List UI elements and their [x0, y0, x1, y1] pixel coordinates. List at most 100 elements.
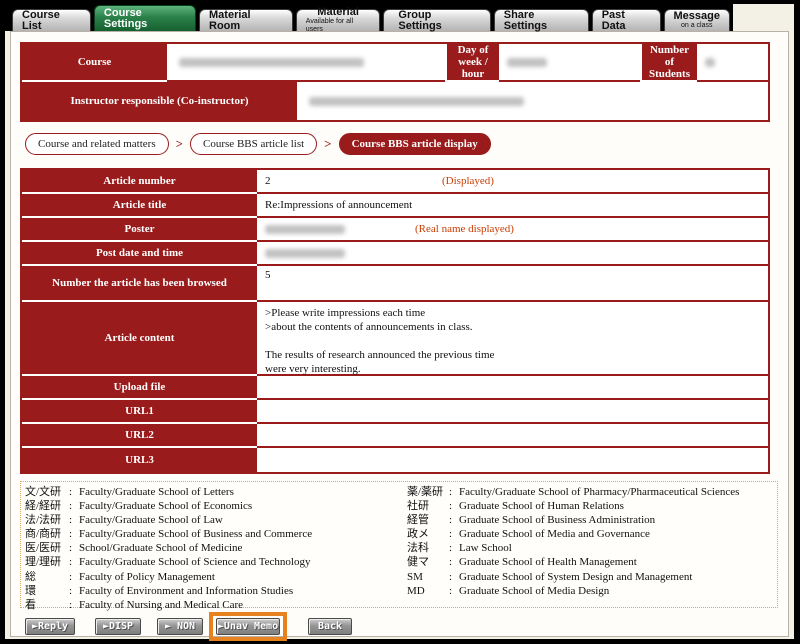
tab-label: Message [674, 11, 720, 22]
legend-item: 商/商研:Faculty/Graduate School of Business… [25, 527, 312, 541]
legend-item: MD:Graduate School of Media Design [407, 584, 739, 598]
legend-colon: : [69, 527, 79, 541]
tab-share-settings[interactable]: Share Settings [494, 9, 589, 31]
tab-sublabel: Available for all users [306, 18, 371, 34]
table-row-post-date: Post date and time [22, 242, 768, 266]
tab-material-room[interactable]: Material Room [199, 9, 293, 31]
redacted-instructor-name [309, 97, 524, 106]
students-label: Number of Students [640, 44, 697, 82]
legend-abbr: 法科 [407, 541, 449, 555]
legend-desc: Faculty of Nursing and Medical Care [79, 598, 243, 612]
breadcrumb-bbs-article-list[interactable]: Course BBS article list [190, 133, 317, 155]
tab-label: Course Settings [104, 8, 186, 30]
legend-colon: : [449, 513, 459, 527]
legend-desc: Graduate School of Health Management [459, 555, 637, 569]
disp-button[interactable]: ►DISP [95, 618, 141, 635]
upload-file-cell [257, 376, 768, 400]
url3-cell [257, 448, 768, 472]
table-row-upload-file: Upload file [22, 376, 768, 400]
tab-bar: Course List Course Settings Material Roo… [5, 4, 733, 31]
url2-cell [257, 424, 768, 448]
legend-item: 看:Faculty of Nursing and Medical Care [25, 598, 312, 612]
legend-desc: Graduate School of System Design and Man… [459, 570, 692, 584]
students-cell [697, 44, 768, 82]
day-of-week-cell [499, 44, 640, 82]
legend-desc: Law School [459, 541, 512, 555]
post-date-label: Post date and time [22, 242, 257, 266]
legend-desc: Faculty/Graduate School of Business and … [79, 527, 312, 541]
table-row-url1: URL1 [22, 400, 768, 424]
upload-file-label: Upload file [22, 376, 257, 400]
legend-abbr: 総 [25, 570, 69, 584]
legend-abbr: 看 [25, 598, 69, 612]
legend-left-column: 文/文研:Faculty/Graduate School of Letters … [25, 485, 312, 612]
chevron-right-icon: > [176, 136, 183, 152]
legend-colon: : [69, 584, 79, 598]
legend-colon: : [69, 555, 79, 569]
legend-abbr: 社研 [407, 499, 449, 513]
day-of-week-label: Day of week / hour [445, 44, 499, 82]
tab-group-settings[interactable]: Group Settings [383, 9, 490, 31]
url2-label: URL2 [22, 424, 257, 448]
legend-abbr: 文/文研 [25, 485, 69, 499]
article-content-cell: >Please write impressions each time >abo… [257, 302, 768, 376]
tab-label: Past Data [602, 10, 651, 32]
faculty-legend: 文/文研:Faculty/Graduate School of Letters … [20, 481, 778, 608]
article-title-label: Article title [22, 194, 257, 218]
legend-colon: : [449, 485, 459, 499]
legend-right-column: 薬/薬研:Faculty/Graduate School of Pharmacy… [407, 485, 739, 598]
legend-item: 健マ:Graduate School of Health Management [407, 555, 739, 569]
legend-abbr: 政メ [407, 527, 449, 541]
legend-colon: : [69, 499, 79, 513]
url1-cell [257, 400, 768, 424]
non-button[interactable]: ► NON [157, 618, 203, 635]
legend-item: 社研:Graduate School of Human Relations [407, 499, 739, 513]
unav-memo-button[interactable]: ►Unav Memo [216, 618, 280, 635]
displayed-note: (Displayed) [442, 175, 494, 187]
redacted-post-date [265, 249, 345, 258]
course-name-cell [167, 44, 445, 82]
legend-desc: Faculty of Policy Management [79, 570, 215, 584]
table-row-browse-count: Number the article has been browsed 5 [22, 266, 768, 302]
tab-message[interactable]: Message on a class [664, 9, 730, 31]
back-button[interactable]: Back [308, 618, 352, 635]
post-date-cell [257, 242, 768, 266]
legend-colon: : [449, 584, 459, 598]
legend-desc: Graduate School of Media and Governance [459, 527, 650, 541]
legend-abbr: 経管 [407, 513, 449, 527]
table-row-article-content: Article content >Please write impression… [22, 302, 768, 376]
legend-colon: : [69, 513, 79, 527]
redacted-poster-name [265, 225, 345, 234]
tab-past-data[interactable]: Past Data [592, 9, 661, 31]
legend-item: 文/文研:Faculty/Graduate School of Letters [25, 485, 312, 499]
legend-item: 総:Faculty of Policy Management [25, 570, 312, 584]
legend-item: 政メ:Graduate School of Media and Governan… [407, 527, 739, 541]
instructor-cell [297, 82, 768, 120]
url1-label: URL1 [22, 400, 257, 424]
legend-item: 法/法研:Faculty/Graduate School of Law [25, 513, 312, 527]
url3-label: URL3 [22, 448, 257, 472]
article-title-cell: Re:Impressions of announcement [257, 194, 768, 218]
legend-desc: Graduate School of Human Relations [459, 499, 624, 513]
reply-button[interactable]: ►Reply [25, 618, 75, 635]
legend-desc: Faculty/Graduate School of Letters [79, 485, 234, 499]
legend-abbr: SM [407, 570, 449, 584]
tab-sublabel: on a class [681, 22, 713, 30]
breadcrumb-course-matters[interactable]: Course and related matters [25, 133, 169, 155]
legend-item: 環:Faculty of Environment and Information… [25, 584, 312, 598]
breadcrumb: Course and related matters > Course BBS … [25, 132, 491, 156]
legend-abbr: 理/理研 [25, 555, 69, 569]
tab-course-list[interactable]: Course List [12, 9, 91, 31]
redacted-day-hour [507, 58, 547, 67]
table-row-article-number: Article number 2 (Displayed) [22, 170, 768, 194]
legend-colon: : [449, 541, 459, 555]
legend-item: 経/経研:Faculty/Graduate School of Economic… [25, 499, 312, 513]
legend-colon: : [69, 598, 79, 612]
table-row-url2: URL2 [22, 424, 768, 448]
legend-item: SM:Graduate School of System Design and … [407, 570, 739, 584]
instructor-label: Instructor responsible (Co-instructor) [22, 82, 297, 120]
tab-course-settings[interactable]: Course Settings [94, 5, 196, 31]
poster-cell: (Real name displayed) [257, 218, 768, 242]
legend-abbr: 経/経研 [25, 499, 69, 513]
tab-material[interactable]: Material Available for all users [296, 9, 381, 31]
